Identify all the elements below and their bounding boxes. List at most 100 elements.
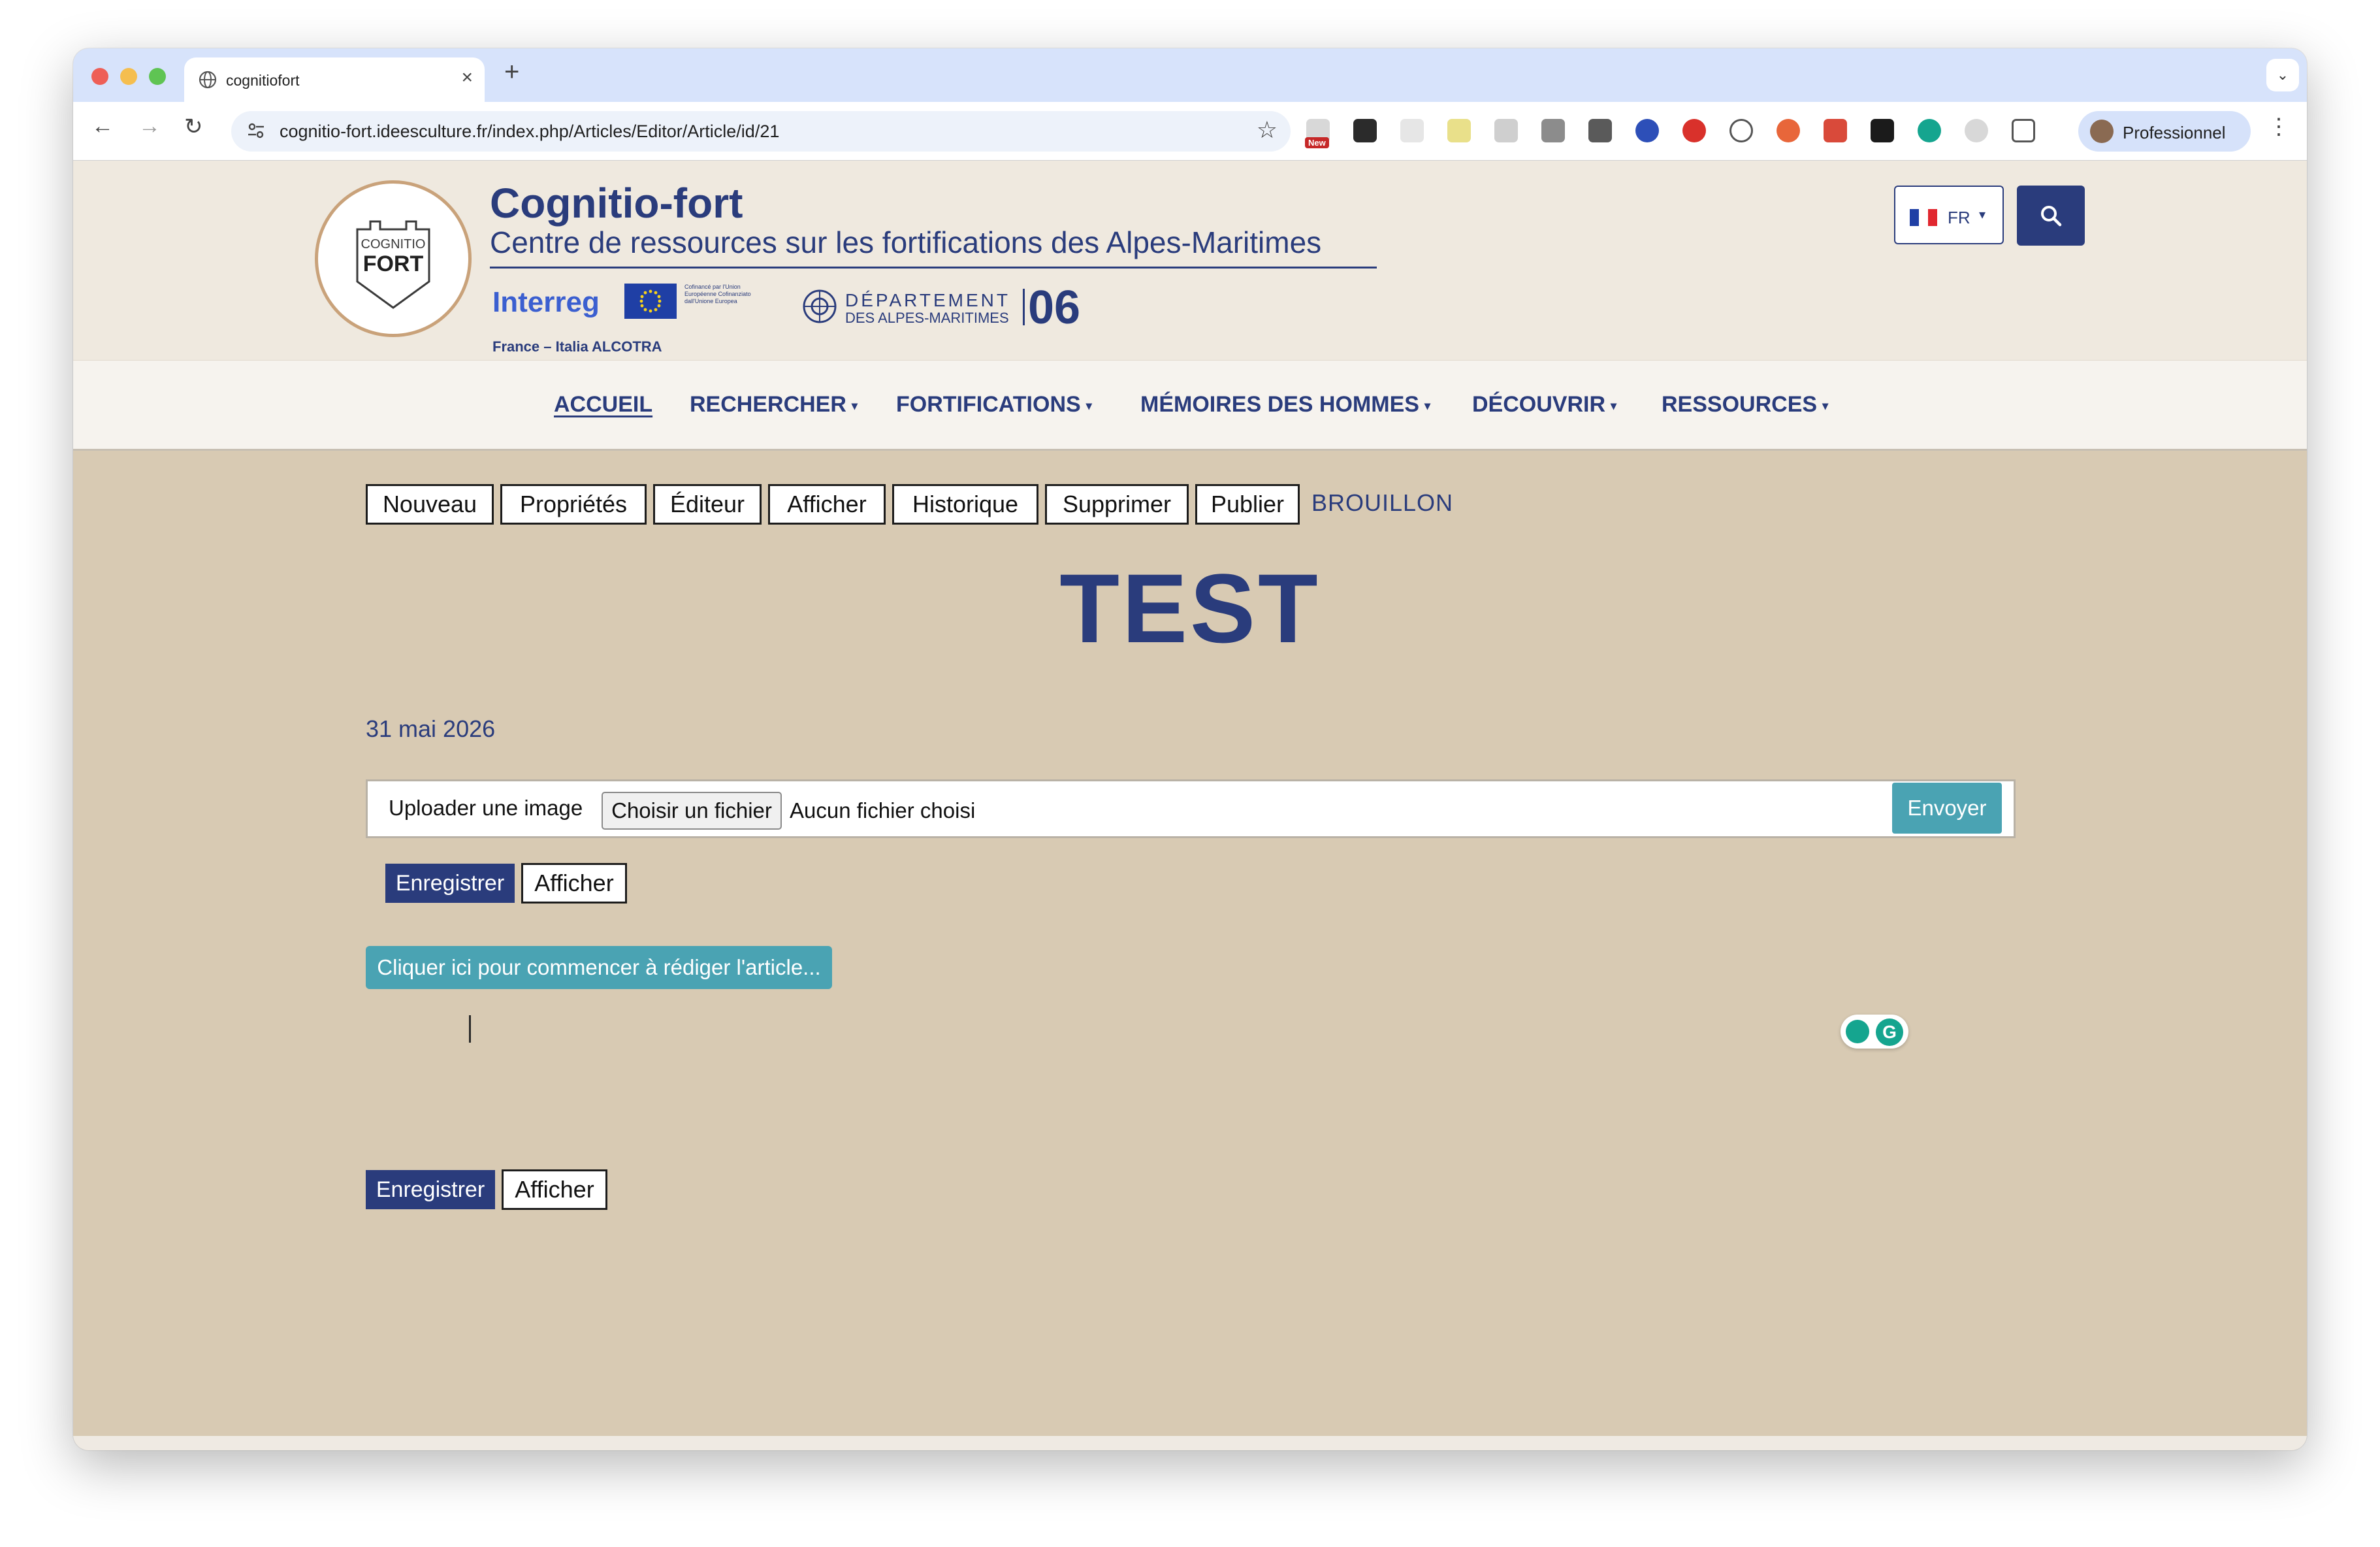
extension-new-badge: New <box>1305 137 1329 148</box>
nav-label: DÉCOUVRIR <box>1472 392 1606 417</box>
nav-item-accueil[interactable]: ACCUEIL <box>554 392 652 417</box>
send-button[interactable]: Envoyer <box>1892 783 2002 834</box>
interreg-subtitle: France – Italia ALCOTRA <box>492 338 662 355</box>
eu-flag-icon <box>624 284 677 319</box>
logo-text-small: COGNITIO <box>361 237 426 252</box>
save-button-bottom[interactable]: Enregistrer <box>366 1170 495 1209</box>
grammarly-suggestion-icon[interactable] <box>1846 1020 1869 1043</box>
nav-item-rechercher[interactable]: RECHERCHER ▾ <box>690 392 858 417</box>
department-line2: DES ALPES-MARITIMES <box>845 310 1009 326</box>
nav-item-memoires[interactable]: MÉMOIRES DES HOMMES ▾ <box>1140 392 1430 417</box>
choose-file-button[interactable]: Choisir un fichier <box>602 792 782 830</box>
delete-button[interactable]: Supprimer <box>1045 484 1189 525</box>
show-button-bottom[interactable]: Afficher <box>502 1169 607 1210</box>
french-flag-icon <box>1910 209 1937 226</box>
puzzle-extensions-icon[interactable] <box>2012 119 2035 142</box>
department-emblem-icon <box>803 289 837 323</box>
show-button[interactable]: Afficher <box>768 484 886 525</box>
department-divider <box>1023 289 1025 325</box>
site-name[interactable]: Cognitio-fort <box>490 179 743 227</box>
extension-cube-icon[interactable] <box>1871 119 1894 142</box>
nav-label: MÉMOIRES DES HOMMES <box>1140 392 1419 417</box>
article-editor-area: Nouveau Propriétés Éditeur Afficher Hist… <box>73 453 2307 1436</box>
browser-window: cognitiofort × + ⌄ ← → ↻ cognitio-fort.i… <box>73 48 2307 1450</box>
interreg-logo: Interreg <box>492 286 600 318</box>
footer-strip <box>73 1436 2307 1450</box>
new-tab-button[interactable]: + <box>504 57 519 87</box>
department-line1: DÉPARTEMENT <box>845 290 1010 310</box>
browser-toolbar: ← → ↻ cognitio-fort.ideesculture.fr/inde… <box>73 102 2307 161</box>
tab-search-button[interactable]: ⌄ <box>2266 59 2299 91</box>
image-upload-form: Uploader une image Choisir un fichier Au… <box>366 779 2016 838</box>
extension-doc-icon[interactable] <box>1400 119 1424 142</box>
properties-button[interactable]: Propriétés <box>500 484 647 525</box>
site-header: COGNITIO FORT Cognitio-fort Centre de re… <box>73 161 2307 361</box>
address-bar[interactable]: cognitio-fort.ideesculture.fr/index.php/… <box>231 111 1291 152</box>
nav-item-decouvrir[interactable]: DÉCOUVRIR ▾ <box>1472 392 1616 417</box>
show-button-top[interactable]: Afficher <box>521 863 627 904</box>
extension-brain-icon[interactable] <box>1965 119 1988 142</box>
cloud-icon[interactable] <box>1729 119 1753 142</box>
chevron-down-icon: ▾ <box>1979 208 1986 222</box>
nav-label: RECHERCHER <box>690 392 846 417</box>
url-text[interactable]: cognitio-fort.ideesculture.fr/index.php/… <box>280 122 779 142</box>
extension-dark-icon[interactable] <box>1588 119 1612 142</box>
browser-menu-icon[interactable]: ⋮ <box>2268 114 2290 140</box>
close-tab-icon[interactable]: × <box>461 67 473 89</box>
publish-button[interactable]: Publier <box>1195 484 1300 525</box>
nav-label: RESSOURCES <box>1662 392 1818 417</box>
site-settings-icon[interactable] <box>246 120 266 141</box>
subtitle-divider <box>490 267 1377 269</box>
extension-image-icon[interactable] <box>1494 119 1518 142</box>
bookmark-star-icon[interactable]: ☆ <box>1257 116 1278 144</box>
tab-title: cognitiofort <box>226 72 300 89</box>
grammarly-icon[interactable] <box>1918 119 1941 142</box>
chevron-down-icon: ▾ <box>1822 399 1829 412</box>
close-window-button[interactable] <box>91 68 108 85</box>
avatar <box>2090 120 2114 143</box>
tab-bar: cognitiofort × + ⌄ <box>73 48 2307 102</box>
text-cursor[interactable] <box>469 1015 471 1043</box>
nav-label: FORTIFICATIONS <box>896 392 1081 417</box>
article-title: TEST <box>1059 553 1321 663</box>
language-label: FR <box>1948 208 1970 227</box>
chevron-down-icon: ▾ <box>1424 399 1430 412</box>
browser-tab[interactable]: cognitiofort × <box>184 57 485 102</box>
minimize-window-button[interactable] <box>120 68 137 85</box>
history-button[interactable]: Historique <box>892 484 1038 525</box>
profile-label: Professionnel <box>2123 123 2226 142</box>
main-navigation: ACCUEIL RECHERCHER ▾ FORTIFICATIONS ▾ MÉMO… <box>73 361 2307 451</box>
nav-item-fortifications[interactable]: FORTIFICATIONS ▾ <box>896 392 1092 417</box>
chevron-down-icon: ▾ <box>851 399 858 412</box>
globe-icon <box>199 71 217 89</box>
start-writing-button[interactable]: Cliquer ici pour commencer à rédiger l'a… <box>366 946 832 989</box>
site-logo[interactable]: COGNITIO FORT <box>315 180 472 337</box>
chevron-down-icon: ▾ <box>1085 399 1092 412</box>
nav-item-ressources[interactable]: RESSOURCES ▾ <box>1662 392 1828 417</box>
adblock-icon[interactable] <box>1682 119 1706 142</box>
site-subtitle: Centre de ressources sur les fortificati… <box>490 225 1322 259</box>
extension-flask-icon[interactable] <box>1447 119 1471 142</box>
new-button[interactable]: Nouveau <box>366 484 494 525</box>
search-icon <box>2041 206 2062 227</box>
grammarly-icon[interactable]: G <box>1876 1018 1903 1046</box>
eu-cofinance-text: Cofinancé par l'Union Européenne Cofinan… <box>684 284 751 304</box>
extension-password-icon[interactable] <box>1635 119 1659 142</box>
extension-sun-icon[interactable] <box>1777 119 1800 142</box>
language-dropdown[interactable]: FR ▾ <box>1894 186 2004 244</box>
profile-button[interactable]: Professionnel <box>2078 111 2251 152</box>
back-arrow-icon[interactable]: ← <box>91 114 114 139</box>
save-button-top[interactable]: Enregistrer <box>385 864 515 903</box>
extension-square-icon[interactable] <box>1353 119 1377 142</box>
extension-flag-icon[interactable] <box>1824 119 1847 142</box>
editor-button[interactable]: Éditeur <box>653 484 762 525</box>
logo-text-big: FORT <box>362 252 424 276</box>
upload-label: Uploader une image <box>389 796 583 820</box>
grammarly-widget[interactable]: G <box>1841 1015 1908 1049</box>
reload-icon[interactable]: ↻ <box>184 114 203 140</box>
zoom-window-button[interactable] <box>149 68 166 85</box>
forward-arrow-icon[interactable]: → <box>138 114 161 139</box>
article-date: 31 mai 2026 <box>366 715 496 742</box>
extension-vue-icon[interactable] <box>1541 119 1565 142</box>
search-button[interactable] <box>2017 186 2085 246</box>
